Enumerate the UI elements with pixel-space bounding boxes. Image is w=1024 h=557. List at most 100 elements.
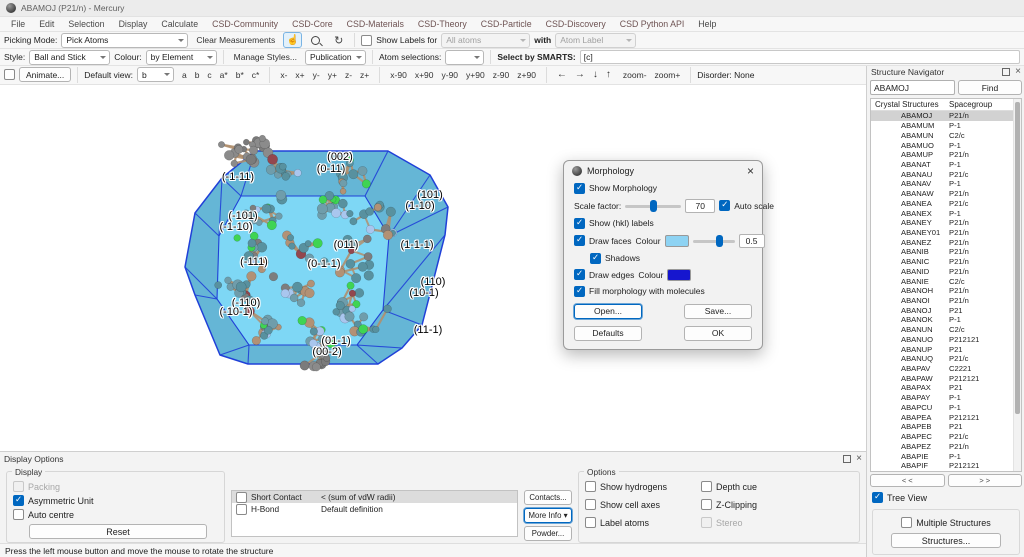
menu-csd-theory[interactable]: CSD-Theory: [411, 19, 474, 29]
label-atoms-checkbox[interactable]: [585, 517, 596, 528]
structure-row-ABANIC[interactable]: ABANICP21/n: [871, 257, 1021, 267]
scale-factor-slider[interactable]: [625, 200, 681, 212]
multiple-structures-checkbox[interactable]: [901, 517, 912, 528]
auto-scale-checkbox[interactable]: [719, 200, 730, 211]
show-labels-checkbox[interactable]: [361, 35, 372, 46]
z-clipping-checkbox[interactable]: [701, 499, 712, 510]
menu-csd-discovery[interactable]: CSD-Discovery: [539, 19, 613, 29]
show-cell-axes-checkbox[interactable]: [585, 499, 596, 510]
view-button-b*[interactable]: b*: [232, 69, 248, 81]
morphology-dialog-titlebar[interactable]: Morphology ×: [564, 161, 762, 181]
depth-cue-checkbox[interactable]: [701, 481, 712, 492]
structure-row-ABAPAX[interactable]: ABAPAXP21: [871, 383, 1021, 393]
structure-row-ABAPEA[interactable]: ABAPEAP212121: [871, 412, 1021, 422]
rotate-tool-button[interactable]: ↻: [329, 32, 348, 48]
structures-button[interactable]: Structures...: [891, 533, 1001, 548]
menu-help[interactable]: Help: [691, 19, 723, 29]
structure-row-ABAMUN[interactable]: ABAMUNC2/c: [871, 130, 1021, 140]
scrollbar-thumb[interactable]: [1015, 102, 1020, 414]
view-button-y+90[interactable]: y+90: [462, 69, 489, 81]
style-preset-select[interactable]: Publication: [305, 50, 366, 65]
clear-measurements-button[interactable]: Clear Measurements: [192, 34, 279, 46]
smarts-input[interactable]: [c]: [580, 50, 1020, 64]
open-button[interactable]: Open...: [574, 304, 642, 319]
view-button-x+[interactable]: x+: [291, 69, 308, 81]
manage-styles-button[interactable]: Manage Styles...: [230, 51, 301, 63]
show-morphology-checkbox[interactable]: [574, 183, 585, 194]
float-panel-icon[interactable]: [1002, 68, 1010, 76]
view-button-c*[interactable]: c*: [248, 69, 264, 81]
edges-colour-swatch[interactable]: [667, 269, 691, 281]
view-button-[interactable]: ↑: [602, 68, 615, 81]
structure-row-ABAMUP[interactable]: ABAMUPP21/n: [871, 150, 1021, 160]
structure-row-ABAPAV[interactable]: ABAPAVC2221: [871, 364, 1021, 374]
structure-3d-viewport[interactable]: (002)(0-11)(-1-11)(101)(1-10)(-101)(-1-1…: [0, 85, 866, 451]
structure-row-ABAPAY[interactable]: ABAPAYP-1: [871, 393, 1021, 403]
view-button-y-90[interactable]: y-90: [437, 69, 462, 81]
structure-row-ABAPEZ[interactable]: ABAPEZP21/n: [871, 441, 1021, 451]
view-button-a[interactable]: a: [178, 69, 191, 81]
structure-row-ABANUN[interactable]: ABANUNC2/c: [871, 325, 1021, 335]
menu-csd-particle[interactable]: CSD-Particle: [474, 19, 539, 29]
prev-page-button[interactable]: < <: [870, 474, 945, 487]
draw-edges-checkbox[interactable]: [574, 269, 585, 280]
menu-calculate[interactable]: Calculate: [154, 19, 205, 29]
structure-row-ABAPIE[interactable]: ABAPIEP-1: [871, 451, 1021, 461]
view-button-z+[interactable]: z+: [356, 69, 373, 81]
asymmetric-unit-checkbox[interactable]: [13, 495, 24, 506]
float-panel-icon[interactable]: [843, 455, 851, 463]
structure-row-ABANID[interactable]: ABANIDP21/n: [871, 267, 1021, 277]
draw-faces-checkbox[interactable]: [574, 235, 585, 246]
close-panel-icon[interactable]: ×: [1015, 68, 1021, 76]
faces-opacity-slider[interactable]: [693, 235, 735, 247]
structure-row-ABAPAW[interactable]: ABAPAWP212121: [871, 373, 1021, 383]
view-button-b[interactable]: b: [191, 69, 204, 81]
structure-row-ABANAU[interactable]: ABANAUP21/c: [871, 169, 1021, 179]
menu-csd-python-api[interactable]: CSD Python API: [613, 19, 692, 29]
find-button[interactable]: Find: [958, 80, 1022, 95]
structure-row-ABANUO[interactable]: ABANUOP212121: [871, 335, 1021, 345]
view-button-zoom+[interactable]: zoom+: [651, 69, 685, 81]
menu-csd-materials[interactable]: CSD-Materials: [340, 19, 411, 29]
contacts-button[interactable]: Contacts...: [524, 490, 572, 505]
structure-row-ABANOK[interactable]: ABANOKP-1: [871, 315, 1021, 325]
structure-row-ABANEY01[interactable]: ABANEY01P21/n: [871, 228, 1021, 238]
structure-row-ABANUP[interactable]: ABANUPP21: [871, 344, 1021, 354]
structure-row-ABANIB[interactable]: ABANIBP21/n: [871, 247, 1021, 257]
structure-row-ABANAT[interactable]: ABANATP-1: [871, 160, 1021, 170]
structure-row-ABANOI[interactable]: ABANOIP21/n: [871, 296, 1021, 306]
scale-factor-value[interactable]: 70: [685, 199, 715, 213]
close-panel-icon[interactable]: ×: [856, 455, 862, 463]
save-button[interactable]: Save...: [684, 304, 752, 319]
reset-button[interactable]: Reset: [29, 524, 207, 539]
tree-view-checkbox[interactable]: [872, 492, 883, 503]
menu-display[interactable]: Display: [112, 19, 155, 29]
show-hkl-checkbox[interactable]: [574, 218, 585, 229]
view-button-[interactable]: →: [571, 68, 589, 81]
structure-list-scrollbar[interactable]: [1013, 99, 1021, 471]
pick-hand-tool-button[interactable]: ☝: [283, 32, 302, 48]
menu-file[interactable]: File: [4, 19, 32, 29]
structure-list-body[interactable]: ABAMOJP21/nABAMUMP-1ABAMUNC2/cABAMUOP-1A…: [871, 111, 1021, 471]
magnify-tool-button[interactable]: [306, 32, 325, 48]
contact-row-short-contact[interactable]: Short Contact< (sum of vdW radii): [232, 491, 517, 503]
view-button-z+90[interactable]: z+90: [513, 69, 540, 81]
structure-row-ABANEA[interactable]: ABANEAP21/c: [871, 198, 1021, 208]
menu-edit[interactable]: Edit: [32, 19, 61, 29]
structure-row-ABANEY[interactable]: ABANEYP21/n: [871, 218, 1021, 228]
structure-row-ABANAV[interactable]: ABANAVP-1: [871, 179, 1021, 189]
structure-row-ABANIE[interactable]: ABANIEC2/c: [871, 276, 1021, 286]
refcode-search-input[interactable]: ABAMOJ: [870, 80, 955, 95]
atom-selections-select[interactable]: [445, 50, 484, 65]
view-button-z-[interactable]: z-: [341, 69, 356, 81]
structure-row-ABAPEC[interactable]: ABAPECP21/c: [871, 432, 1021, 442]
more-info-button[interactable]: More Info ▾: [524, 508, 572, 523]
animate-button[interactable]: Animate...: [19, 67, 71, 82]
default-view-select[interactable]: b: [137, 67, 174, 82]
menu-selection[interactable]: Selection: [61, 19, 111, 29]
structure-row-ABANEZ[interactable]: ABANEZP21/n: [871, 237, 1021, 247]
structure-row-ABANEX[interactable]: ABANEXP-1: [871, 208, 1021, 218]
style-select[interactable]: Ball and Stick: [29, 50, 110, 65]
faces-colour-swatch[interactable]: [665, 235, 689, 247]
view-button-z-90[interactable]: z-90: [489, 69, 514, 81]
